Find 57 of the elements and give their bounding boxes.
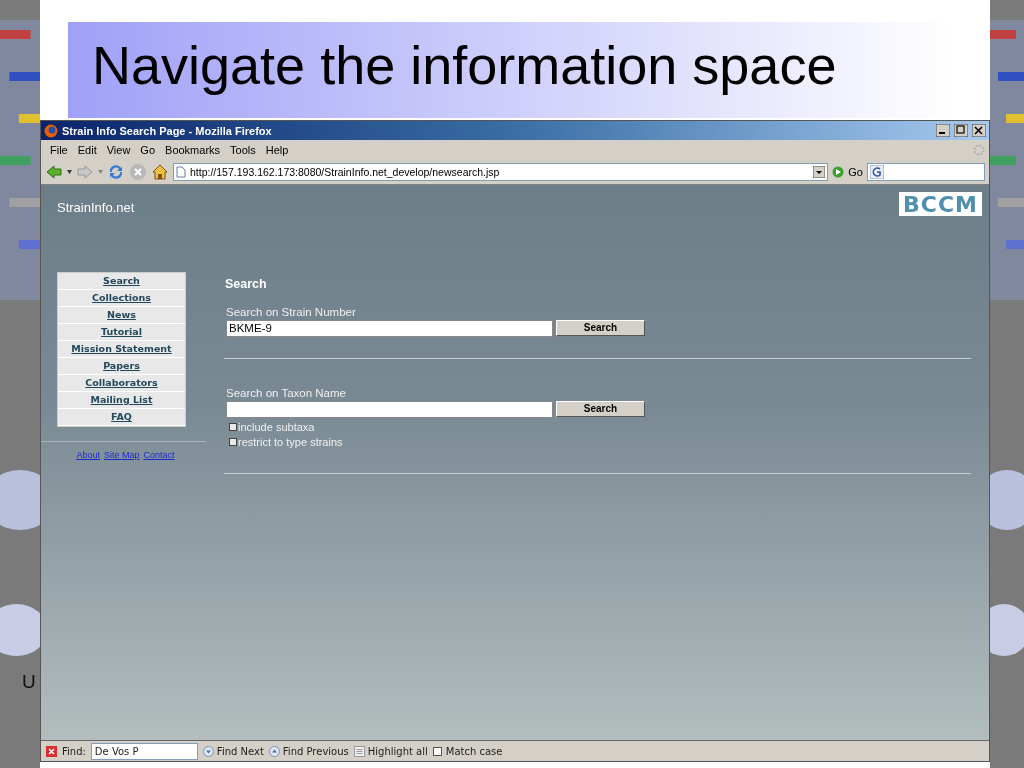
slide-footer-text: U	[22, 671, 36, 693]
menu-item[interactable]: File	[45, 144, 73, 156]
input-field[interactable]: BKME-9	[226, 320, 553, 337]
menu-item[interactable]: Edit	[72, 144, 102, 156]
nav-link[interactable]: Search	[58, 273, 185, 290]
checkbox[interactable]	[229, 438, 237, 446]
caret-icon[interactable]	[67, 170, 72, 174]
arrow-down-icon	[202, 745, 214, 757]
menu-item[interactable]: Go	[135, 144, 161, 156]
search-engine-icon	[870, 165, 884, 179]
checkbox-label: include subtaxa	[238, 421, 315, 433]
find-button[interactable]: Find Previous	[268, 745, 349, 757]
nav-link[interactable]: Tutorial	[58, 324, 185, 341]
reload-icon[interactable]	[107, 163, 125, 181]
search-button[interactable]: Search	[556, 320, 645, 336]
nav-link[interactable]: Collections	[58, 290, 185, 307]
nav-link[interactable]: FAQ	[58, 409, 185, 426]
minimize-icon[interactable]	[936, 124, 950, 137]
find-label: Find:	[62, 745, 86, 757]
nav-link[interactable]: Collaborators	[58, 375, 185, 392]
checkbox[interactable]	[432, 746, 442, 756]
close-icon[interactable]	[972, 124, 986, 137]
checkbox-label: restrict to type strains	[238, 436, 343, 448]
checkbox-label: Match case	[445, 745, 503, 757]
field-label: Search on Taxon Name	[226, 387, 347, 399]
go-icon[interactable]	[832, 166, 845, 178]
slide-title: Navigate the information space	[92, 35, 837, 95]
bccm-logo: BCCM	[899, 192, 982, 216]
go-button[interactable]: Go	[848, 166, 863, 178]
find-field[interactable]: De Vos P	[90, 742, 198, 760]
menu-item[interactable]: Bookmarks	[160, 144, 226, 156]
page-icon	[176, 166, 186, 178]
find-button[interactable]: Find Next	[202, 745, 264, 757]
list-icon	[353, 745, 365, 757]
nav-link[interactable]: Papers	[58, 358, 185, 375]
nav-link[interactable]: Mailing List	[58, 392, 185, 409]
site-name: StrainInfo.net	[57, 200, 135, 215]
nav-link[interactable]: Mission Statement	[58, 341, 185, 358]
search-field[interactable]	[867, 163, 985, 181]
dropdown-icon[interactable]	[813, 166, 826, 178]
field-label: Search on Strain Number	[226, 306, 357, 318]
checkbox[interactable]	[229, 423, 237, 431]
throbber-icon	[973, 144, 985, 156]
arrow-up-icon	[268, 745, 280, 757]
address-field[interactable]: http://157.193.162.173:8080/StrainInfo.net_develop/newsearch.jsp	[173, 163, 829, 181]
window-title: Strain Info Search Page - Mozilla Firefox	[62, 124, 273, 137]
menu-item[interactable]: Tools	[225, 144, 261, 156]
maximize-icon[interactable]	[954, 124, 968, 137]
home-icon[interactable]	[151, 163, 169, 181]
section-heading: Search	[225, 277, 268, 291]
menu-item[interactable]: Help	[260, 144, 294, 156]
nav-link[interactable]: News	[58, 307, 185, 324]
find-button[interactable]: Highlight all	[353, 745, 428, 757]
menu-item[interactable]: View	[101, 144, 136, 156]
firefox-icon	[44, 123, 58, 138]
search-button[interactable]: Search	[556, 401, 645, 417]
input-field[interactable]	[226, 401, 553, 418]
